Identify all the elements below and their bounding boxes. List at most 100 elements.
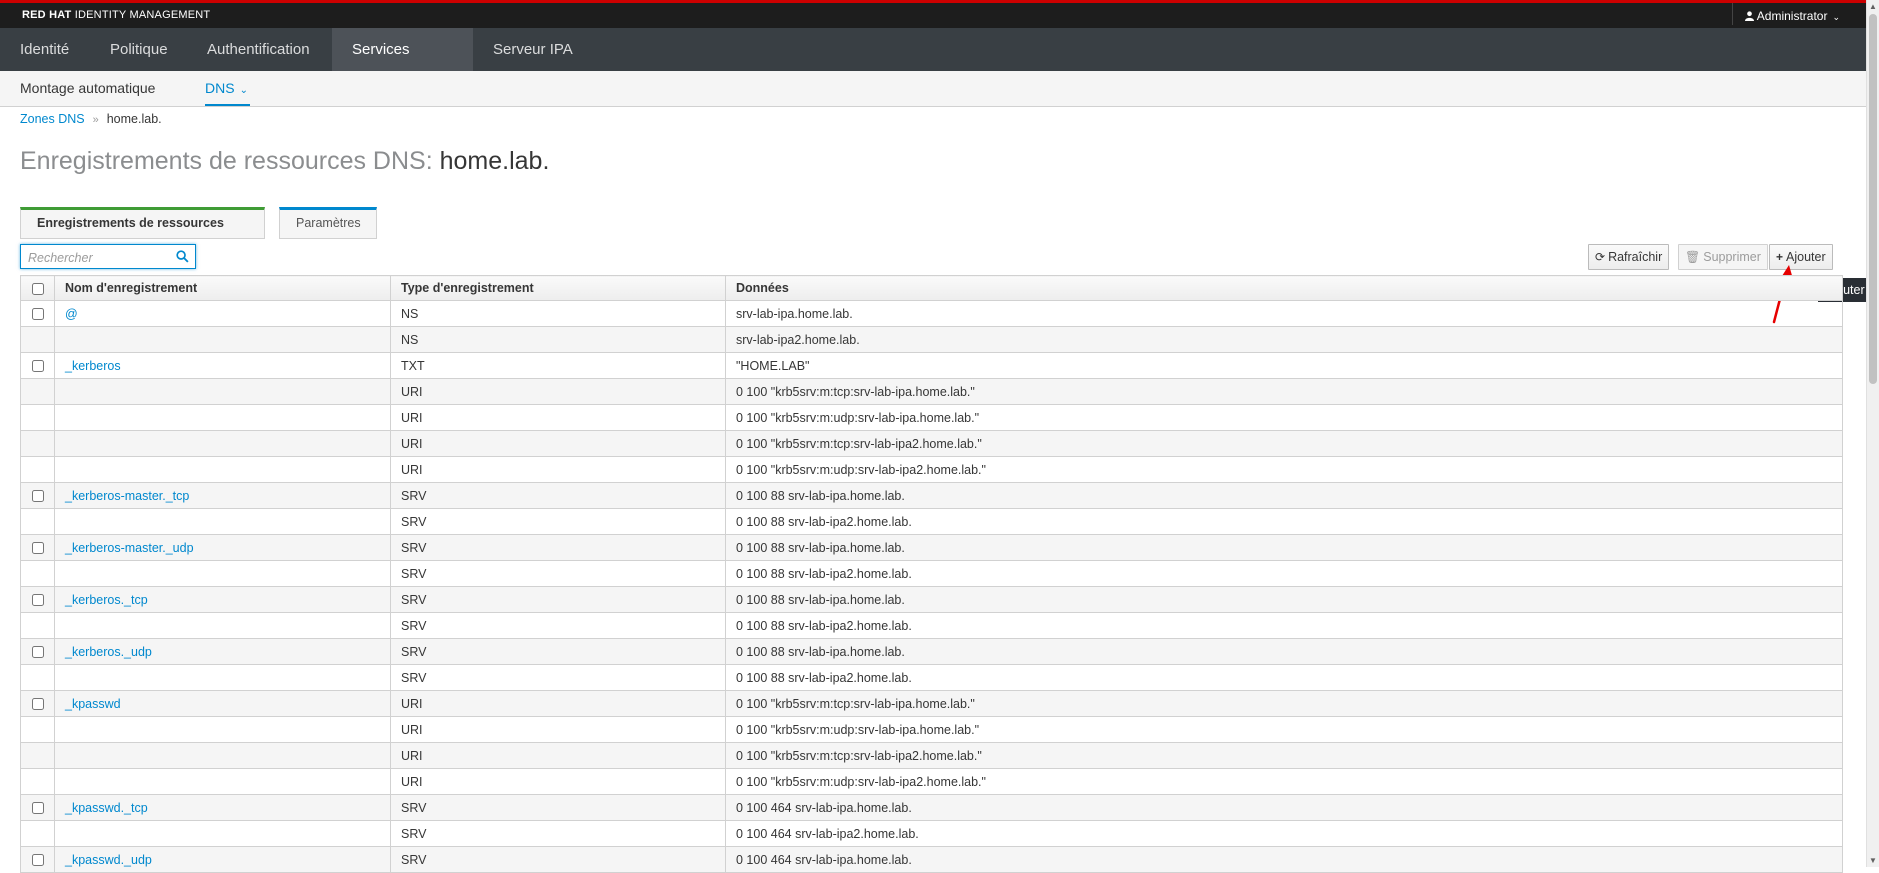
record-name-link[interactable]: _kerberos._udp [65, 645, 152, 659]
record-name-link[interactable]: @ [65, 307, 78, 321]
secondary-nav: Montage automatique DNS ⌄ [0, 71, 1866, 107]
table-row: SRV 0 100 464 srv-lab-ipa2.home.lab. [20, 820, 1843, 847]
column-header-data[interactable]: Données [725, 275, 1843, 301]
table-row: @ NS srv-lab-ipa.home.lab. [20, 300, 1843, 327]
row-select-cell [20, 482, 55, 509]
row-checkbox[interactable] [31, 802, 44, 815]
row-checkbox[interactable] [31, 854, 44, 867]
row-checkbox[interactable] [31, 646, 44, 659]
row-checkbox[interactable] [31, 698, 44, 711]
scrollbar[interactable]: ▲ ▼ [1866, 0, 1879, 867]
table-header-row: Nom d'enregistrement Type d'enregistreme… [20, 275, 1843, 301]
row-checkbox[interactable] [31, 542, 44, 555]
record-name-cell [54, 742, 391, 769]
record-data-cell: 0 100 88 srv-lab-ipa.home.lab. [725, 482, 1843, 509]
breadcrumb-link-zones[interactable]: Zones DNS [20, 112, 85, 126]
record-name-link[interactable]: _kpasswd._udp [65, 853, 152, 867]
record-type-cell: SRV [390, 508, 726, 535]
record-data-cell: 0 100 "krb5srv:m:udp:srv-lab-ipa.home.la… [725, 404, 1843, 431]
table-row: URI 0 100 "krb5srv:m:tcp:srv-lab-ipa.home… [20, 378, 1843, 405]
select-all-cell [20, 275, 55, 301]
page-title-prefix: Enregistrements de ressources DNS: [20, 147, 440, 175]
scroll-up-icon[interactable]: ▲ [1869, 2, 1877, 11]
user-name: Administrator [1756, 9, 1828, 23]
record-type-cell: SRV [390, 612, 726, 639]
record-name-link[interactable]: _kpasswd._tcp [65, 801, 148, 815]
record-name-link[interactable]: _kerberos [65, 359, 121, 373]
brand-bold: RED HAT [22, 9, 72, 21]
refresh-icon: ⟳ [1595, 250, 1606, 264]
page-title-zone: home.lab. [439, 147, 550, 175]
record-type-cell: SRV [390, 560, 726, 587]
dns-records-table: Nom d'enregistrement Type d'enregistreme… [20, 275, 1843, 873]
tab-settings[interactable]: Paramètres [279, 207, 377, 239]
row-checkbox[interactable] [31, 360, 44, 373]
user-icon [1744, 11, 1754, 21]
refresh-button[interactable]: ⟳ Rafraîchir [1588, 244, 1670, 270]
record-data-cell: 0 100 88 srv-lab-ipa.home.lab. [725, 586, 1843, 613]
nav-item-identite[interactable]: Identité [0, 28, 89, 71]
row-select-cell [20, 430, 55, 457]
search-icon[interactable] [176, 250, 189, 263]
table-row: _kerberos._udp SRV 0 100 88 srv-lab-ipa.ho… [20, 638, 1843, 665]
record-data-cell: 0 100 "krb5srv:m:tcp:srv-lab-ipa.home.la… [725, 690, 1843, 717]
row-checkbox[interactable] [31, 308, 44, 321]
record-type-cell: URI [390, 456, 726, 483]
tab-dns-records[interactable]: Enregistrements de ressources DNS [20, 207, 265, 257]
record-name-cell [54, 820, 391, 847]
record-name-cell [54, 716, 391, 743]
delete-button[interactable]: 🗑 Supprimer [1678, 244, 1768, 270]
scrollbar-thumb[interactable] [1869, 14, 1877, 384]
row-select-cell [20, 612, 55, 639]
row-select-cell [20, 742, 55, 769]
record-name-cell [54, 404, 391, 431]
scroll-down-icon[interactable]: ▼ [1869, 856, 1877, 865]
record-name-link[interactable]: _kerberos._tcp [65, 593, 148, 607]
record-name-link[interactable]: _kerberos-master._udp [65, 541, 194, 555]
record-type-cell: TXT [390, 352, 726, 379]
nav-item-serveur-ipa[interactable]: Serveur IPA [473, 28, 593, 71]
nav-item-politique[interactable]: Politique [90, 28, 188, 71]
record-name-cell [54, 378, 391, 405]
record-data-cell: 0 100 464 srv-lab-ipa.home.lab. [725, 846, 1843, 873]
nav-item-services-reseau[interactable]: Services réseau [332, 28, 473, 101]
row-select-cell [20, 768, 55, 795]
row-select-cell [20, 820, 55, 847]
row-select-cell [20, 456, 55, 483]
record-name-link[interactable]: _kpasswd [65, 697, 121, 711]
table-row: URI 0 100 "krb5srv:m:udp:srv-lab-ipa2.hom… [20, 456, 1843, 483]
table-row: URI 0 100 "krb5srv:m:udp:srv-lab-ipa.home… [20, 404, 1843, 431]
user-menu[interactable]: Administrator ⌄ [1731, 3, 1840, 25]
table-row: SRV 0 100 88 srv-lab-ipa2.home.lab. [20, 612, 1843, 639]
table-row: URI 0 100 "krb5srv:m:udp:srv-lab-ipa.home… [20, 716, 1843, 743]
row-select-cell [20, 378, 55, 405]
record-type-cell: URI [390, 378, 726, 405]
row-select-cell [20, 534, 55, 561]
record-name-link[interactable]: _kerberos-master._tcp [65, 489, 189, 503]
record-name-cell [54, 456, 391, 483]
subnav-item-dns[interactable]: DNS ⌄ [205, 71, 250, 106]
masthead: RED HAT IDENTITY MANAGEMENT Administrato… [0, 0, 1866, 28]
record-type-cell: SRV [390, 534, 726, 561]
search-input[interactable] [26, 248, 170, 267]
record-data-cell: 0 100 "krb5srv:m:udp:srv-lab-ipa2.home.l… [725, 768, 1843, 795]
brand-logo[interactable]: RED HAT IDENTITY MANAGEMENT [22, 9, 210, 21]
nav-item-authentification[interactable]: Authentification [187, 28, 330, 71]
record-name-cell: _kpasswd._udp [54, 846, 391, 873]
row-select-cell [20, 300, 55, 327]
record-name-cell [54, 326, 391, 353]
select-all-checkbox[interactable] [31, 282, 44, 295]
record-data-cell: 0 100 "krb5srv:m:udp:srv-lab-ipa.home.la… [725, 716, 1843, 743]
record-type-cell: SRV [390, 482, 726, 509]
row-checkbox[interactable] [31, 594, 44, 607]
column-header-type[interactable]: Type d'enregistrement [390, 275, 726, 301]
table-row: URI 0 100 "krb5srv:m:tcp:srv-lab-ipa2.hom… [20, 742, 1843, 769]
row-select-cell [20, 352, 55, 379]
record-data-cell: 0 100 "krb5srv:m:tcp:srv-lab-ipa2.home.l… [725, 430, 1843, 457]
row-checkbox[interactable] [31, 490, 44, 503]
record-data-cell: srv-lab-ipa2.home.lab. [725, 326, 1843, 353]
subnav-item-automount[interactable]: Montage automatique [20, 71, 155, 106]
search-box [20, 244, 196, 269]
column-header-name[interactable]: Nom d'enregistrement [54, 275, 391, 301]
row-select-cell [20, 794, 55, 821]
